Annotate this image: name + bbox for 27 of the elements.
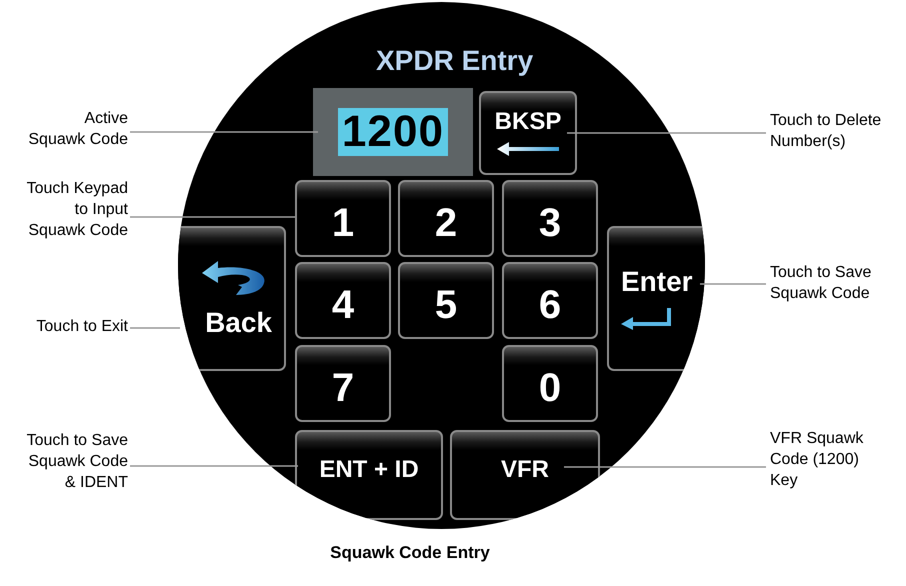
leader-line bbox=[130, 327, 180, 329]
callout-text: Touch to Delete Number(s) bbox=[770, 111, 882, 152]
return-arrow-icon bbox=[621, 308, 673, 330]
callout-text: Touch to Exit bbox=[36, 317, 128, 337]
code-field[interactable]: 1200 bbox=[313, 88, 473, 176]
soft-key[interactable]: VFR bbox=[450, 430, 600, 520]
keypad-key[interactable]: 6 bbox=[502, 262, 598, 339]
keypad-key[interactable]: 4 bbox=[295, 262, 391, 339]
keypad-key[interactable]: 2 bbox=[398, 180, 494, 257]
callout-text: VFR Squawk Code (1200) Key bbox=[770, 429, 864, 491]
keypad-key[interactable]: 0 bbox=[502, 345, 598, 422]
soft-key[interactable]: ENT + ID bbox=[295, 430, 443, 520]
keypad-key[interactable]: 7 bbox=[295, 345, 391, 422]
keypad-key[interactable]: 3 bbox=[502, 180, 598, 257]
enter-button[interactable]: Enter bbox=[607, 226, 705, 371]
leader-line bbox=[700, 283, 766, 285]
figure-caption: Squawk Code Entry bbox=[329, 542, 491, 564]
callout-text: Touch Keypad to Input Squawk Code bbox=[26, 179, 128, 241]
left-arrow-icon bbox=[497, 142, 559, 156]
callout-text: Touch to Save Squawk Code & IDENT bbox=[26, 431, 128, 493]
keypad-key[interactable]: 1 bbox=[295, 180, 391, 257]
screen-title: XPDR Entry bbox=[376, 44, 534, 78]
callout-text: Active Squawk Code bbox=[28, 109, 128, 150]
callout-text: Touch to Save Squawk Code bbox=[770, 263, 872, 304]
back-button[interactable]: Back bbox=[178, 226, 286, 371]
backspace-button[interactable]: BKSP bbox=[479, 91, 577, 175]
keypad-key[interactable]: 5 bbox=[398, 262, 494, 339]
